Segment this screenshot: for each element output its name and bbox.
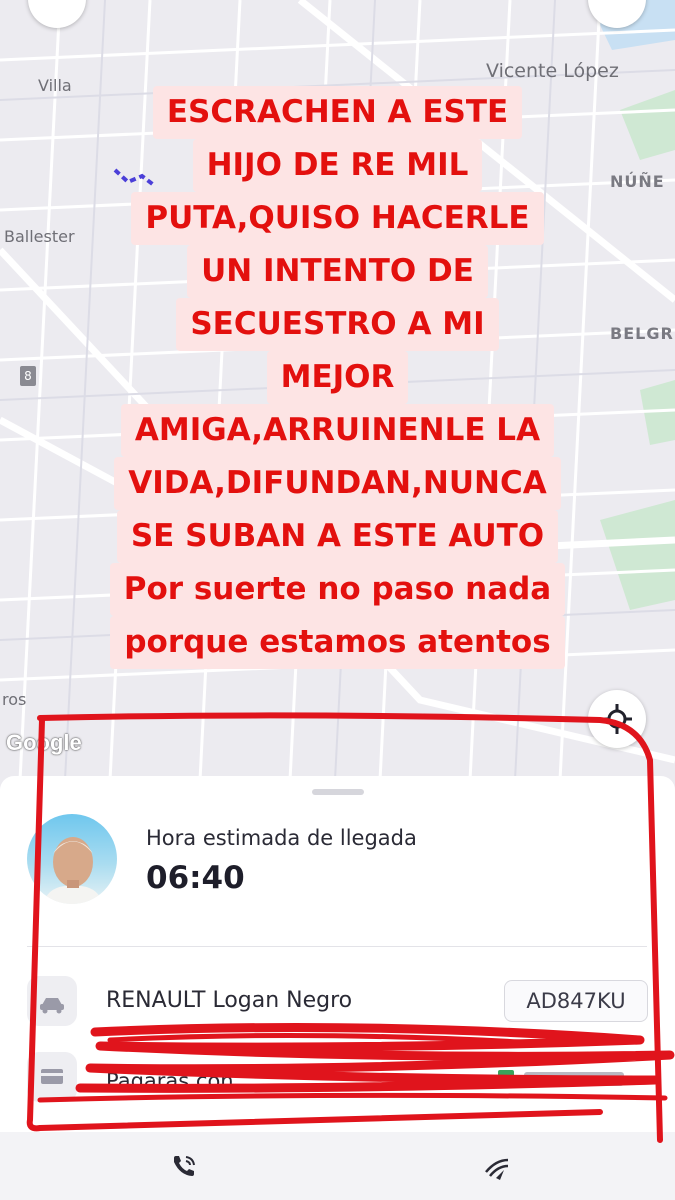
caption-line-text: SECUESTRO A MI [176,298,499,351]
car-icon [40,998,64,1014]
share-trip-icon [485,1158,509,1180]
caption-line: MEJOR [0,351,675,404]
caption-line: VIDA,DIFUNDAN,NUNCA [0,457,675,510]
caption-line-text: Por suerte no paso nada [109,563,566,616]
caption-line: PUTA,QUISO HACERLE [0,192,675,245]
caption-line: SE SUBAN A ESTE AUTO [0,510,675,563]
caption-line: HIJO DE RE MIL [0,139,675,192]
vehicle-description: RENAULT Logan Negro [106,988,353,1013]
eta-time: 06:40 [146,860,245,896]
caption-line-text: HIJO DE RE MIL [192,139,483,192]
google-attribution-logo: Google [6,730,82,755]
payment-label: Pagarás con [106,1069,234,1093]
story-caption: ESCRACHEN A ESTE HIJO DE RE MIL PUTA,QUISO… [0,86,675,669]
bottom-action-bar [0,1132,675,1200]
map-label-vicente-lopez: Vicente López [486,60,619,82]
caption-line-text: AMIGA,ARRUINENLE LA [120,404,555,457]
call-driver-button[interactable] [166,1148,202,1184]
payment-method-value[interactable] [498,1066,638,1092]
caption-line: ESCRACHEN A ESTE [0,86,675,139]
recenter-button[interactable] [588,690,646,748]
eta-label: Hora estimada de llegada [146,826,417,850]
caption-line-text: MEJOR [266,351,409,404]
caption-line-text: SE SUBAN A ESTE AUTO [116,510,559,563]
caption-line-text: VIDA,DIFUNDAN,NUNCA [114,457,561,510]
sheet-divider [27,946,647,947]
caption-line-text: ESCRACHEN A ESTE [152,86,523,139]
caption-line: AMIGA,ARRUINENLE LA [0,404,675,457]
caption-line-text: PUTA,QUISO HACERLE [131,192,544,245]
share-trip-button[interactable] [478,1148,514,1184]
vehicle-row-icon [27,976,77,1026]
payment-row-icon [27,1052,77,1102]
driver-avatar [27,814,117,904]
caption-line: SECUESTRO A MI [0,298,675,351]
map-label-ros: ros [2,690,27,709]
caption-line: Por suerte no paso nada [0,563,675,616]
caption-line: porque estamos atentos [0,616,675,669]
caption-line-text: porque estamos atentos [110,616,565,669]
caption-line: UN INTENTO DE [0,245,675,298]
credit-card-icon [41,1069,63,1084]
recenter-icon [602,704,632,734]
phone-call-icon [174,1156,195,1176]
sheet-drag-handle[interactable] [312,789,364,795]
caption-line-text: UN INTENTO DE [187,245,488,298]
license-plate-badge: AD847KU [504,980,648,1022]
